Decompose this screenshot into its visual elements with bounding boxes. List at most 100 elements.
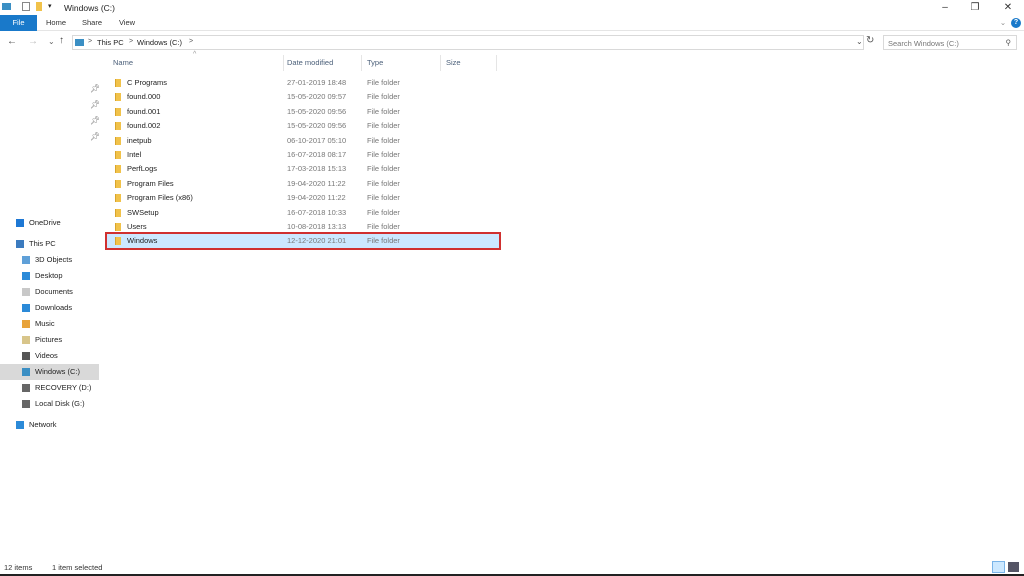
nav-label: Music <box>35 319 55 328</box>
nav-item-videos[interactable]: Videos <box>0 348 99 364</box>
column-header-type[interactable]: Type <box>362 55 441 71</box>
nav-item-local-disk-g[interactable]: Local Disk (G:) <box>0 396 99 412</box>
file-date: 10-08-2018 13:13 <box>287 222 347 231</box>
nav-label: OneDrive <box>29 218 61 227</box>
folder-icon <box>115 237 121 246</box>
nav-item-network[interactable]: Network <box>0 417 99 433</box>
file-row[interactable]: Windows 12-12-2020 21:01 File folder <box>105 232 501 251</box>
search-placeholder: Search Windows (C:) <box>888 39 959 48</box>
column-header-name[interactable]: Name <box>107 55 284 71</box>
file-name: found.001 <box>127 106 161 116</box>
file-date: 15-05-2020 09:56 <box>287 121 347 131</box>
nav-icon <box>22 368 30 376</box>
nav-item-this-pc[interactable]: This PC <box>0 236 99 252</box>
breadcrumb-this-pc[interactable]: This PC <box>97 38 124 47</box>
help-icon[interactable]: ? <box>1011 18 1021 28</box>
status-item-count: 12 items <box>4 563 33 572</box>
nav-icon <box>22 352 30 360</box>
file-date: 15-05-2020 09:56 <box>287 106 347 116</box>
nav-item-desktop[interactable]: Desktop <box>0 268 99 284</box>
breadcrumb-windows-c[interactable]: Windows (C:) <box>137 38 182 47</box>
file-type: File folder <box>367 236 400 246</box>
file-name: Program Files <box>127 178 174 188</box>
nav-item-windows-c[interactable]: Windows (C:) <box>0 364 99 380</box>
tab-share[interactable]: Share <box>76 15 108 31</box>
nav-item-pictures[interactable]: Pictures <box>0 332 99 348</box>
nav-label: Local Disk (G:) <box>35 399 85 408</box>
back-button[interactable]: ← <box>7 36 17 47</box>
address-bar[interactable]: > This PC > Windows (C:) > ⌄ <box>72 35 864 50</box>
file-row[interactable]: found.002 15-05-2020 09:56 File folder <box>107 119 499 133</box>
tab-view[interactable]: View <box>112 15 142 31</box>
nav-icon <box>22 336 30 344</box>
file-row[interactable]: found.001 15-05-2020 09:56 File folder <box>107 105 499 119</box>
pin-icon[interactable]: 📌︎ <box>90 84 100 93</box>
folder-icon <box>115 165 121 174</box>
file-row[interactable]: C Programs 27-01-2019 18:48 File folder <box>107 76 499 90</box>
nav-label: Documents <box>35 287 73 296</box>
nav-label: Desktop <box>35 271 63 280</box>
pin-icon[interactable]: 📌︎ <box>90 132 100 141</box>
breadcrumb-separator[interactable]: > <box>189 38 193 45</box>
file-row[interactable]: Program Files 19-04-2020 11:22 File fold… <box>107 177 499 191</box>
file-row[interactable]: PerfLogs 17-03-2018 15:13 File folder <box>107 162 499 176</box>
breadcrumb-separator: > <box>88 38 93 45</box>
file-name: inetpub <box>127 135 152 145</box>
nav-icon <box>22 320 30 328</box>
file-type: File folder <box>367 222 400 231</box>
file-row[interactable]: Users 10-08-2018 13:13 File folder <box>107 220 499 234</box>
restore-button[interactable]: ❐ <box>960 2 990 13</box>
file-date: 27-01-2019 18:48 <box>287 78 347 87</box>
details-view-button[interactable] <box>992 561 1005 573</box>
file-row[interactable]: found.000 15-05-2020 09:57 File folder <box>107 90 499 104</box>
pin-icon[interactable]: 📌︎ <box>90 116 100 125</box>
folder-icon <box>115 208 121 217</box>
customize-toolbar-icon[interactable]: ▾ <box>48 2 52 10</box>
close-button[interactable]: ✕ <box>993 2 1023 13</box>
nav-item-3d-objects[interactable]: 3D Objects <box>0 252 99 268</box>
up-button[interactable]: ↑ <box>59 35 64 46</box>
new-folder-icon[interactable] <box>36 2 42 11</box>
file-name: found.002 <box>127 121 161 131</box>
recent-locations-button[interactable]: ⌄ <box>48 37 55 46</box>
folder-icon <box>115 93 121 102</box>
large-icons-view-button[interactable] <box>1008 562 1019 572</box>
forward-button[interactable]: → <box>28 36 38 47</box>
file-row[interactable]: inetpub 06-10-2017 05:10 File folder <box>107 134 499 148</box>
file-date: 19-04-2020 11:22 <box>287 193 346 203</box>
file-row[interactable]: Program Files (x86) 19-04-2020 11:22 Fil… <box>107 191 499 205</box>
nav-item-downloads[interactable]: Downloads <box>0 300 99 316</box>
tab-home[interactable]: Home <box>40 15 72 31</box>
properties-icon[interactable] <box>22 2 30 11</box>
file-row[interactable]: Intel 16-07-2018 08:17 File folder <box>107 148 499 162</box>
nav-icon <box>22 256 30 264</box>
nav-item-onedrive[interactable]: OneDrive <box>0 215 99 231</box>
file-date: 19-04-2020 11:22 <box>287 178 346 188</box>
file-row[interactable]: SWSetup 16-07-2018 10:33 File folder <box>107 206 499 220</box>
pin-icon[interactable]: 📌︎ <box>90 100 100 109</box>
file-type: File folder <box>367 164 400 174</box>
tab-file[interactable]: File <box>0 15 37 31</box>
column-header-date[interactable]: Date modified <box>284 55 362 71</box>
file-name: Intel <box>127 150 142 159</box>
nav-label: Windows (C:) <box>35 367 81 376</box>
nav-icon <box>16 421 24 429</box>
minimize-button[interactable]: – <box>930 2 960 13</box>
file-type: File folder <box>367 207 400 217</box>
search-icon: ⚲ <box>1005 38 1012 47</box>
file-name: found.000 <box>127 92 161 102</box>
address-dropdown-icon[interactable]: ⌄ <box>856 37 863 46</box>
expand-ribbon-icon[interactable]: ⌄ <box>998 15 1008 31</box>
file-type: File folder <box>367 92 400 102</box>
search-input[interactable]: Search Windows (C:) ⚲ <box>883 35 1017 50</box>
nav-item-documents[interactable]: Documents <box>0 284 99 300</box>
folder-icon <box>115 79 121 87</box>
column-header-size[interactable]: Size <box>441 55 497 71</box>
breadcrumb-separator: > <box>129 38 134 45</box>
file-name: Program Files (x86) <box>127 193 193 203</box>
nav-label: Downloads <box>35 303 73 312</box>
nav-item-recovery-d[interactable]: RECOVERY (D:) <box>0 380 99 396</box>
nav-icon <box>16 219 24 227</box>
nav-item-music[interactable]: Music <box>0 316 99 332</box>
refresh-button[interactable]: ↻ <box>866 35 874 46</box>
